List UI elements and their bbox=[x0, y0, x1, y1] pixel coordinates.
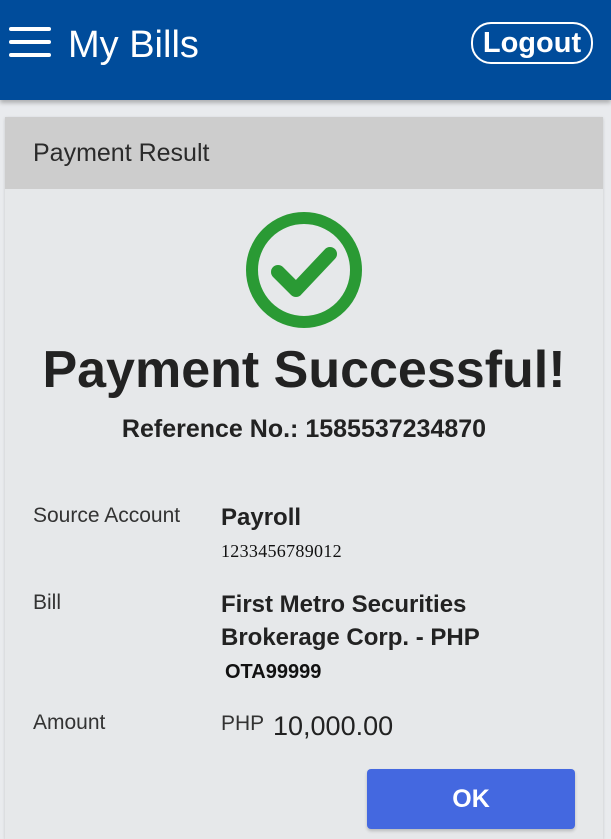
app-screen: My Bills Logout Payment Result Payment S… bbox=[0, 0, 611, 839]
app-header: My Bills Logout bbox=[0, 0, 611, 100]
amount-currency: PHP bbox=[221, 712, 265, 735]
reference-value: 1585537234870 bbox=[305, 415, 487, 443]
reference-number: Reference No.: 1585537234870 bbox=[5, 413, 603, 445]
page-title: My Bills bbox=[68, 24, 199, 66]
payment-result-card: Payment Result Payment Successful! Refer… bbox=[5, 117, 603, 839]
bill-label: Bill bbox=[33, 591, 62, 614]
bill-account-code: OTA99999 bbox=[225, 661, 322, 683]
biller-name-line1: First Metro Securities bbox=[221, 591, 467, 618]
biller-name-line2: Brokerage Corp. - PHP bbox=[221, 624, 480, 651]
ok-button[interactable]: OK bbox=[367, 769, 575, 829]
amount-label: Amount bbox=[33, 711, 106, 734]
reference-label: Reference No.: bbox=[121, 415, 299, 443]
card-header: Payment Result bbox=[5, 117, 603, 189]
source-account-number: 1233456789012 bbox=[221, 541, 342, 561]
source-account-name: Payroll bbox=[221, 504, 302, 531]
check-circle-icon bbox=[244, 210, 364, 330]
logout-button[interactable]: Logout bbox=[471, 22, 593, 64]
success-heading: Payment Successful! bbox=[42, 341, 566, 399]
amount-value: 10,000.00 bbox=[273, 711, 394, 741]
card-title: Payment Result bbox=[33, 139, 210, 167]
hamburger-menu-icon[interactable] bbox=[9, 27, 51, 59]
source-account-label: Source Account bbox=[33, 504, 181, 527]
